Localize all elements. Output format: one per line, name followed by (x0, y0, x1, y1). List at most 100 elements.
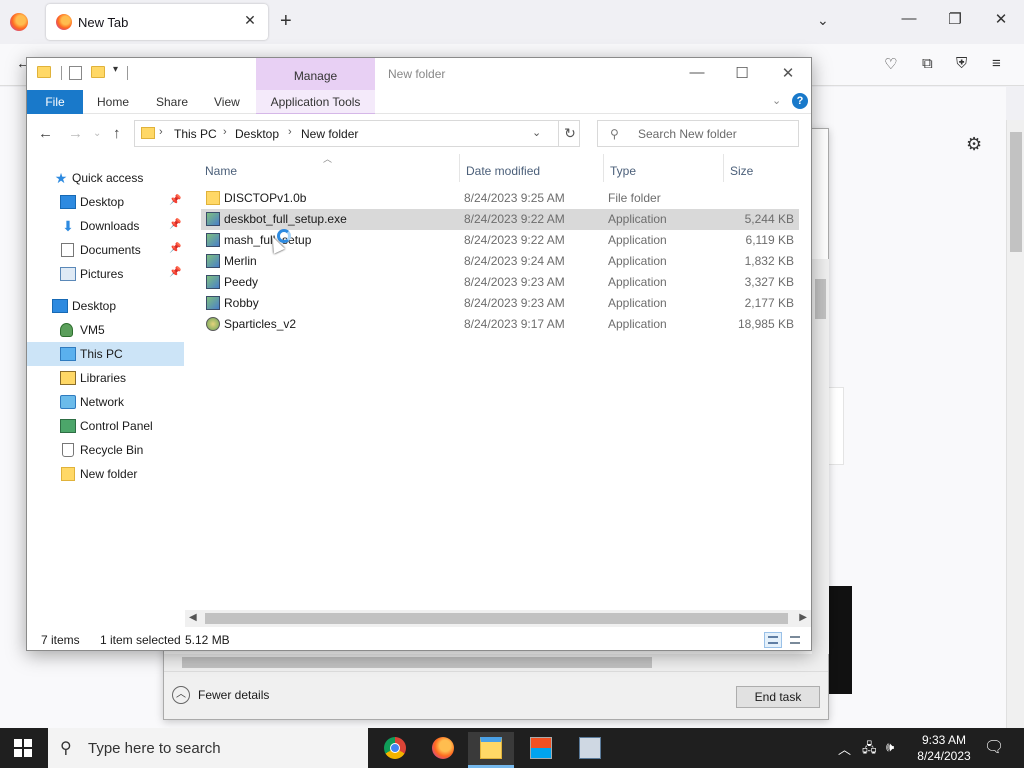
search-box[interactable]: ⚲ Search New folder (597, 120, 799, 147)
chevron-right-icon[interactable]: › (288, 126, 292, 138)
clock[interactable]: 9:33 AM 8/24/2023 (912, 732, 976, 764)
file-name: deskbot_full_setup.exe (224, 212, 347, 226)
column-name[interactable]: Name (205, 164, 237, 178)
column-divider[interactable] (459, 154, 460, 182)
nav-libraries[interactable]: Libraries (27, 366, 184, 390)
file-date: 8/24/2023 9:17 AM (464, 317, 565, 331)
file-row[interactable]: DISCTOPv1.0b 8/24/2023 9:25 AM File fold… (201, 188, 799, 209)
close-window-icon[interactable]: ✕ (986, 10, 1016, 28)
nav-network[interactable]: Network (27, 390, 184, 414)
tab-view[interactable]: View (214, 95, 240, 109)
file-row[interactable]: Robby 8/24/2023 9:23 AM Application 2,17… (201, 293, 799, 314)
pocket-icon[interactable]: ♡ (884, 55, 897, 73)
file-row[interactable]: Merlin 8/24/2023 9:24 AM Application 1,8… (201, 251, 799, 272)
pin-icon[interactable]: 📌 (169, 267, 181, 278)
nav-desktop[interactable]: Desktop (27, 294, 184, 318)
close-tab-icon[interactable]: ✕ (240, 12, 260, 29)
column-size[interactable]: Size (730, 164, 753, 178)
taskbar-file-explorer[interactable] (468, 732, 514, 768)
breadcrumb-new-folder[interactable]: New folder (301, 127, 358, 141)
shield-icon[interactable]: ⛨ (956, 55, 967, 72)
nav-vm5[interactable]: VM5 (27, 318, 184, 342)
pin-icon[interactable]: 📌 (169, 219, 181, 230)
menu-icon[interactable]: ≡ (992, 55, 1001, 72)
nav-qa-downloads[interactable]: ⬇ Downloads 📌 (27, 214, 184, 238)
minimize-icon[interactable]: — (894, 10, 924, 27)
nav-control-panel[interactable]: Control Panel (27, 414, 184, 438)
pin-icon[interactable]: 📌 (169, 195, 181, 206)
tab-file[interactable]: File (27, 90, 83, 114)
help-icon[interactable]: ? (792, 93, 808, 109)
nav-qa-pictures[interactable]: Pictures 📌 (27, 262, 184, 286)
taskbar-search[interactable]: ⚲ Type here to search (48, 728, 368, 768)
restore-icon[interactable]: ❐ (940, 10, 970, 28)
column-divider[interactable] (603, 154, 604, 182)
explorer-titlebar[interactable]: ▾ Manage New folder — ☐ ✕ (27, 58, 811, 90)
scroll-thumb[interactable] (205, 613, 788, 624)
list-tabs-icon[interactable]: ⌄ (817, 12, 829, 29)
scroll-left-icon[interactable]: ◀ (189, 612, 197, 623)
selection-count: 1 item selected (100, 633, 181, 647)
pin-icon[interactable]: 📌 (169, 243, 181, 254)
firefox-view-icon[interactable] (10, 13, 28, 31)
nav-qa-desktop[interactable]: Desktop 📌 (27, 190, 184, 214)
address-bar[interactable]: › This PC › Desktop › New folder ⌄ ↻ (134, 120, 580, 147)
notifications-icon[interactable]: 🗨 (984, 737, 1004, 757)
new-tab-button[interactable]: + (280, 10, 292, 33)
minimize-icon[interactable]: — (682, 64, 712, 81)
tm-scrollbar[interactable] (812, 259, 829, 654)
scroll-right-icon[interactable]: ▶ (799, 612, 807, 623)
manage-tab[interactable]: Manage (256, 58, 375, 90)
settings-gear-icon[interactable]: ⚙ (966, 134, 982, 155)
tab-home[interactable]: Home (97, 95, 129, 109)
recent-locations-icon[interactable]: ⌄ (93, 128, 101, 139)
file-row[interactable]: Peedy 8/24/2023 9:23 AM Application 3,32… (201, 272, 799, 293)
ribbon: File Home Share View Application Tools ⌄… (27, 90, 811, 114)
breadcrumb-this-pc[interactable]: This PC (174, 127, 217, 141)
taskbar-firefox[interactable] (420, 732, 466, 768)
windows-start-icon[interactable] (14, 739, 32, 757)
properties-icon[interactable] (69, 66, 82, 80)
application-icon (206, 296, 220, 310)
chevron-right-icon[interactable]: › (159, 126, 163, 138)
back-arrow-icon[interactable]: ← (38, 125, 53, 142)
extensions-icon[interactable]: ⧉ (922, 55, 933, 72)
file-row[interactable]: Sparticles_v2 8/24/2023 9:17 AM Applicat… (201, 314, 799, 335)
new-folder-icon[interactable] (91, 66, 105, 78)
taskbar-store[interactable] (518, 732, 564, 768)
refresh-icon[interactable]: ↻ (558, 121, 581, 146)
tab-application-tools[interactable]: Application Tools (256, 90, 375, 114)
breadcrumb-desktop[interactable]: Desktop (235, 127, 279, 141)
nav-new-folder[interactable]: New folder (27, 462, 184, 486)
customize-qat-icon[interactable]: ▾ (113, 64, 118, 75)
up-arrow-icon[interactable]: ↑ (113, 125, 121, 142)
horizontal-scrollbar[interactable]: ◀ ▶ (185, 610, 811, 627)
nav-recycle-bin[interactable]: Recycle Bin (27, 438, 184, 462)
taskbar-chrome[interactable] (372, 732, 418, 768)
forward-arrow-icon[interactable]: → (68, 125, 83, 142)
nav-qa-documents[interactable]: Documents 📌 (27, 238, 184, 262)
details-view-icon[interactable] (764, 632, 782, 648)
tm-hscrollbar[interactable] (164, 654, 828, 671)
expand-ribbon-icon[interactable]: ⌄ (772, 94, 781, 107)
column-date-modified[interactable]: Date modified (466, 164, 540, 178)
nav-quick-access[interactable]: ★ Quick access (27, 166, 184, 190)
end-task-button[interactable]: End task (736, 686, 820, 708)
large-icons-view-icon[interactable] (786, 632, 804, 648)
maximize-icon[interactable]: ☐ (727, 64, 757, 82)
browser-tab[interactable]: New Tab ✕ (46, 4, 268, 40)
file-row-selected[interactable]: deskbot_full_setup.exe 8/24/2023 9:22 AM… (201, 209, 799, 230)
chevron-down-icon[interactable]: ⌄ (532, 126, 541, 139)
taskbar-task-manager[interactable] (567, 732, 613, 768)
volume-icon[interactable]: 🕪 (886, 739, 894, 755)
column-divider[interactable] (723, 154, 724, 182)
nav-this-pc[interactable]: This PC (27, 342, 184, 366)
close-icon[interactable]: ✕ (773, 64, 803, 82)
browser-scrollbar[interactable] (1006, 120, 1024, 728)
show-hidden-icons-icon[interactable]: ︿ (838, 739, 851, 758)
tab-share[interactable]: Share (156, 95, 188, 109)
network-icon[interactable]: 🖧 (862, 739, 877, 761)
column-type[interactable]: Type (610, 164, 636, 178)
fewer-details-button[interactable]: ︿ Fewer details (172, 686, 269, 704)
chevron-right-icon[interactable]: › (223, 126, 227, 138)
